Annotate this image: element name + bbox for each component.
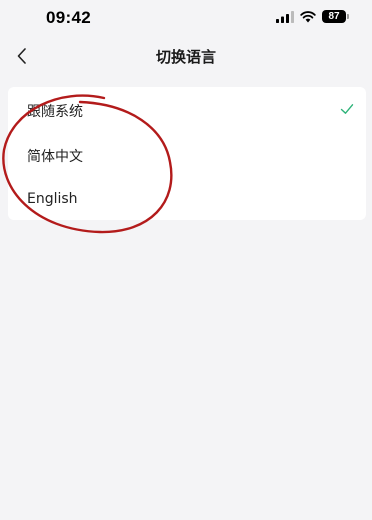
check-icon bbox=[340, 104, 354, 114]
wifi-icon bbox=[300, 10, 316, 22]
nav-bar: 切换语言 bbox=[0, 36, 372, 76]
battery-icon: 87 bbox=[322, 10, 349, 23]
status-time: 09:42 bbox=[46, 8, 91, 27]
status-icons: 87 bbox=[276, 10, 349, 23]
status-bar: 09:42 87 bbox=[0, 0, 372, 36]
language-list: 跟随系统 简体中文 English bbox=[8, 87, 366, 220]
language-item-english[interactable]: English bbox=[8, 179, 366, 219]
language-item-simplified-chinese[interactable]: 简体中文 bbox=[8, 134, 366, 174]
language-item-label: 简体中文 bbox=[27, 149, 83, 165]
signal-icon bbox=[276, 10, 294, 23]
language-item-label: 跟随系统 bbox=[27, 104, 83, 120]
page-title: 切换语言 bbox=[155, 48, 216, 66]
language-item-follow-system[interactable]: 跟随系统 bbox=[8, 89, 366, 129]
language-item-label: English bbox=[27, 191, 78, 207]
